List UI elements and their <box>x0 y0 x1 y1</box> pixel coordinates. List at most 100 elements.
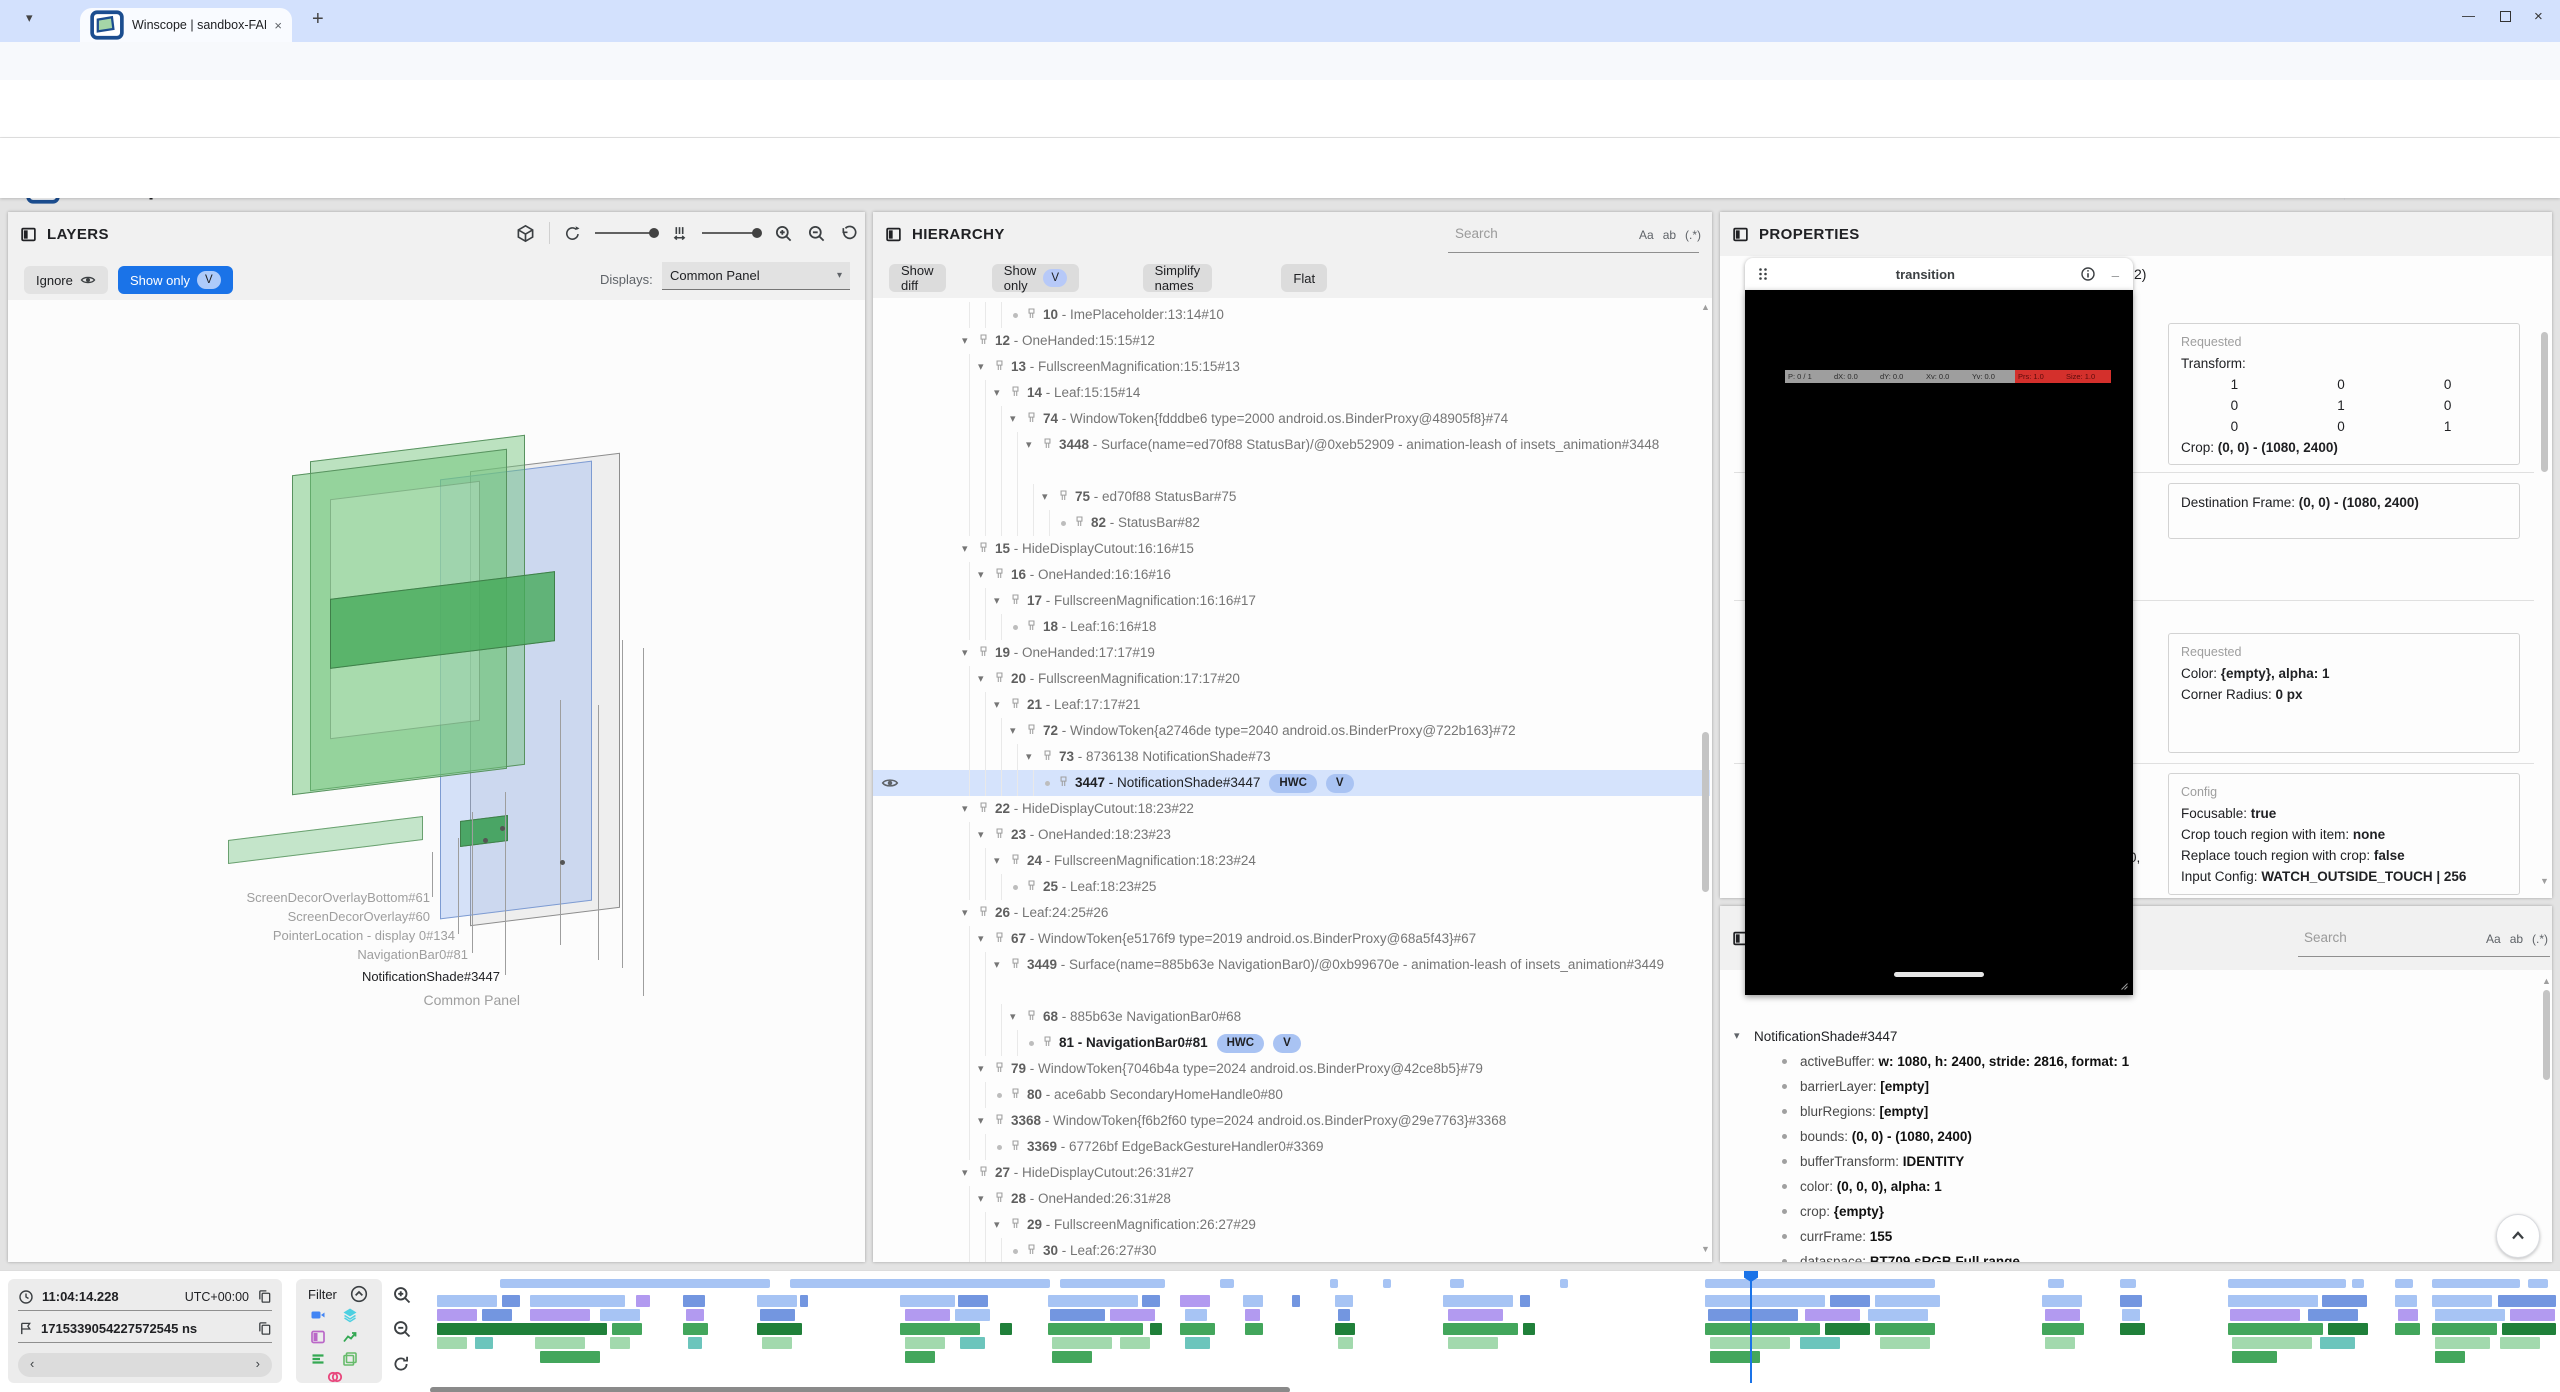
tree-row-12[interactable]: ▾12 - OneHanded:15:15#12 <box>873 328 1710 354</box>
tree-row-label[interactable]: 30 - Leaf:26:27#30 <box>1043 1238 1696 1262</box>
tree-row-label[interactable]: 73 - 8736138 NotificationShade#73 <box>1059 744 1696 770</box>
trace-block-row4[interactable] <box>2232 1351 2277 1363</box>
drag-handle-icon[interactable] <box>1755 266 1771 282</box>
collapse-filter-icon[interactable] <box>350 1285 368 1303</box>
trace-block-row0[interactable] <box>1048 1295 1138 1307</box>
minimap-segment[interactable] <box>2120 1279 2136 1288</box>
minimap-segment[interactable] <box>2395 1279 2413 1288</box>
copy-icon[interactable] <box>257 1289 272 1304</box>
filter-viewcap-icon[interactable] <box>342 1351 358 1367</box>
minimap-segment[interactable] <box>1330 1279 1338 1288</box>
trace-block-row3[interactable] <box>2045 1337 2075 1349</box>
trace-block-row0[interactable] <box>502 1295 520 1307</box>
tree-row-label[interactable]: 19 - OneHanded:17:17#19 <box>995 640 1696 666</box>
trace-block-row2[interactable] <box>437 1323 607 1335</box>
copy-icon[interactable] <box>257 1321 272 1336</box>
tree-row-13[interactable]: ▾13 - FullscreenMagnification:15:15#13 <box>873 354 1710 380</box>
slider-thumb[interactable] <box>649 228 659 238</box>
tree-row-label[interactable]: 72 - WindowToken{a2746de type=2040 andro… <box>1043 718 1696 744</box>
tree-row-24[interactable]: ▾24 - FullscreenMagnification:18:23#24 <box>873 848 1710 874</box>
trace-block-row2[interactable] <box>1523 1323 1535 1335</box>
expand-arrow-icon[interactable]: ▾ <box>994 952 1000 978</box>
trace-block-row0[interactable] <box>2120 1295 2142 1307</box>
tree-row-74[interactable]: ▾74 - WindowToken{fdddbe6 type=2000 andr… <box>873 406 1710 432</box>
panel-toggle-icon[interactable] <box>1732 226 1749 243</box>
tree-row-28[interactable]: ▾28 - OneHanded:26:31#28 <box>873 1186 1710 1212</box>
expand-arrow-icon[interactable]: ▾ <box>994 848 1000 874</box>
trace-block-row0[interactable] <box>1830 1295 1870 1307</box>
trace-block-row0[interactable] <box>1142 1295 1160 1307</box>
trace-block-row0[interactable] <box>1292 1295 1300 1307</box>
trace-block-row0[interactable] <box>530 1295 625 1307</box>
trace-block-row1[interactable] <box>2398 1309 2418 1321</box>
trace-block-row3[interactable] <box>437 1337 467 1349</box>
timeline-reset-icon[interactable] <box>392 1355 410 1373</box>
proto-prop-row[interactable]: color: (0, 0, 0), alpha: 1 <box>1720 1174 2540 1199</box>
tree-row-label[interactable]: 80 - ace6abb SecondaryHomeHandle0#80 <box>1027 1082 1696 1108</box>
minimap-segment[interactable] <box>2048 1279 2064 1288</box>
trace-block-row1[interactable] <box>2122 1309 2140 1321</box>
layer-label[interactable]: ScreenDecorOverlay#60 <box>288 909 430 924</box>
tree-row-label[interactable]: 27 - HideDisplayCutout:26:31#27 <box>995 1160 1696 1186</box>
spacing-slider[interactable] <box>702 232 760 234</box>
layer-rect-7[interactable] <box>228 816 423 864</box>
trace-block-row4[interactable] <box>1052 1351 1092 1363</box>
trace-block-row2[interactable] <box>612 1323 642 1335</box>
trace-block-row3[interactable] <box>2435 1337 2490 1349</box>
trace-block-row2[interactable] <box>2432 1323 2497 1335</box>
match-option-Aa[interactable]: Aa <box>1639 228 1654 242</box>
proto-prop-row[interactable]: activeBuffer: w: 1080, h: 2400, stride: … <box>1720 1049 2540 1074</box>
chip-flat[interactable]: Flat <box>1281 264 1327 292</box>
tree-row-label[interactable]: 21 - Leaf:17:17#21 <box>1027 692 1696 718</box>
chevron-up-icon[interactable] <box>2508 1226 2528 1246</box>
minimap-segment[interactable] <box>790 1279 1050 1288</box>
copy-icon[interactable] <box>257 1321 272 1336</box>
trace-block-row3[interactable] <box>610 1337 630 1349</box>
trace-block-row0[interactable] <box>1180 1295 1210 1307</box>
tree-row-label[interactable]: 3447 - NotificationShade#3447HWCV <box>1075 770 1696 796</box>
trace-block-row3[interactable] <box>688 1337 702 1349</box>
zoom-in-icon[interactable] <box>774 224 793 243</box>
minimap-segment[interactable] <box>1560 1279 1568 1288</box>
expand-arrow-icon[interactable]: ▾ <box>1026 744 1032 770</box>
resize-handle-icon[interactable] <box>2117 979 2129 991</box>
rotation-slider[interactable] <box>595 232 657 234</box>
trace-block-row1[interactable] <box>437 1309 477 1321</box>
filter-camera-icon[interactable] <box>310 1307 326 1323</box>
trace-block-row2[interactable] <box>2328 1323 2368 1335</box>
trace-block-row0[interactable] <box>757 1295 797 1307</box>
trace-block-row1[interactable] <box>1338 1309 1350 1321</box>
tree-row-14[interactable]: ▾14 - Leaf:15:15#14 <box>873 380 1710 406</box>
trace-block-row3[interactable] <box>1185 1337 1210 1349</box>
trace-block-row2[interactable] <box>2042 1323 2084 1335</box>
trace-block-row3[interactable] <box>1120 1337 1150 1349</box>
timeline-cursor[interactable] <box>1750 1275 1752 1383</box>
tree-row-3448[interactable]: ▾3448 - Surface(name=ed70f88 StatusBar)/… <box>873 432 1710 484</box>
expand-arrow-icon[interactable]: ▾ <box>978 562 984 588</box>
window-close-icon[interactable]: × <box>2534 8 2543 25</box>
trace-block-row3[interactable] <box>1880 1337 1930 1349</box>
tree-row-25[interactable]: 25 - Leaf:18:23#25 <box>873 874 1710 900</box>
browser-tab[interactable]: Winscope | sandbox-FAI × <box>80 8 292 42</box>
chip-show-diff[interactable]: Show diff <box>889 264 946 292</box>
info-icon[interactable] <box>2080 266 2096 282</box>
filter-layers-icon[interactable] <box>342 1307 358 1323</box>
tree-row-22[interactable]: ▾22 - HideDisplayCutout:18:23#22 <box>873 796 1710 822</box>
match-option-[interactable]: (.*) <box>2532 932 2548 946</box>
trace-block-row3[interactable] <box>2500 1337 2540 1349</box>
expand-arrow-icon[interactable]: ▾ <box>978 354 984 380</box>
tree-row-79[interactable]: ▾79 - WindowToken{7046b4a type=2024 andr… <box>873 1056 1710 1082</box>
tree-row-17[interactable]: ▾17 - FullscreenMagnification:16:16#17 <box>873 588 1710 614</box>
proto-prop-text[interactable]: blurRegions: [empty] <box>1800 1099 1928 1124</box>
expand-arrow-icon[interactable]: ▾ <box>1026 432 1032 458</box>
trace-block-row0[interactable] <box>2042 1295 2082 1307</box>
tree-row-label[interactable]: 14 - Leaf:15:15#14 <box>1027 380 1696 406</box>
spacing-icon[interactable] <box>671 225 688 242</box>
tree-row-label[interactable]: 79 - WindowToken{7046b4a type=2024 andro… <box>1011 1056 1696 1082</box>
trace-block-row0[interactable] <box>2498 1295 2556 1307</box>
proto-root-row[interactable]: ▾NotificationShade#3447 <box>1720 1024 2540 1049</box>
panel-toggle-icon[interactable] <box>20 226 37 243</box>
rotation-icon[interactable] <box>564 225 581 242</box>
expand-arrow-icon[interactable]: ▾ <box>962 796 968 822</box>
trace-block-row2[interactable] <box>900 1323 980 1335</box>
